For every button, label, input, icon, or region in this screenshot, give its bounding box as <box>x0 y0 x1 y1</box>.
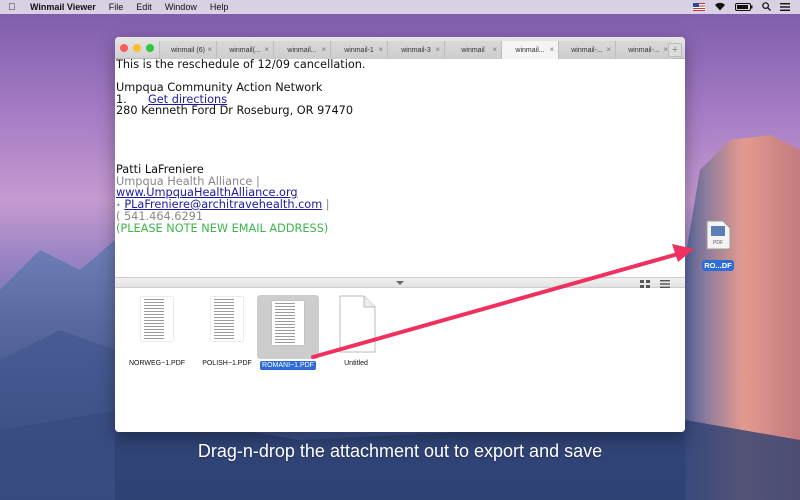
pdf-file-icon: PDF <box>706 220 731 250</box>
tab-label: winmail-1 <box>344 46 374 54</box>
tab-label: winmail-3 <box>401 46 431 54</box>
tab-label: winmail <box>461 46 485 54</box>
tab-0[interactable]: winmail (6) × <box>159 41 216 59</box>
pdf-thumbnail-icon <box>132 295 182 357</box>
attachment-name: Untitled <box>344 360 368 367</box>
menu-help[interactable]: Help <box>210 2 229 12</box>
bullet-icon: • <box>116 200 121 210</box>
input-source-flag-icon[interactable] <box>693 2 705 11</box>
attachment-name: ROMANI~1.PDF <box>260 361 316 370</box>
desktop-pdf-file[interactable]: PDF RO...DF <box>698 220 738 273</box>
list-view-icon[interactable] <box>660 280 670 288</box>
attachment-item-selected[interactable]: ROMANI~1.PDF <box>250 295 326 370</box>
pdf-thumbnail-icon <box>202 295 252 357</box>
notification-center-icon[interactable] <box>780 2 790 11</box>
desktop-file-label: RO...DF <box>702 260 734 271</box>
close-tab-icon[interactable]: × <box>435 45 440 54</box>
grid-view-icon[interactable] <box>640 280 650 288</box>
attachment-item[interactable]: NORWEG~1.PDF <box>119 295 195 367</box>
pane-splitter[interactable] <box>115 277 685 288</box>
email-separator: | <box>322 197 330 211</box>
caption: Drag-n-drop the attachment out to export… <box>197 441 603 461</box>
collapse-chevron-icon[interactable] <box>389 278 411 288</box>
tab-label: winmail(... <box>229 46 261 54</box>
tab-3[interactable]: winmail-1 × <box>330 41 387 59</box>
battery-icon[interactable] <box>735 2 753 11</box>
tab-4[interactable]: winmail-3 × <box>387 41 444 59</box>
wifi-icon[interactable] <box>714 2 726 11</box>
menu-window[interactable]: Window <box>165 2 197 12</box>
tab-5[interactable]: winmail × <box>444 41 501 59</box>
pdf-thumbnail-icon <box>257 295 319 359</box>
file-type-label: PDF <box>713 240 723 246</box>
address: 280 Kenneth Ford Dr Roseburg, OR 97470 <box>116 104 354 118</box>
tab-1[interactable]: winmail(... × <box>216 41 273 59</box>
tab-7[interactable]: winmail-... × <box>558 41 615 59</box>
email-address-link[interactable]: PLaFreniere@architravehealth.com <box>124 198 322 211</box>
tab-bar: winmail (6) × winmail(... × winmail... × winma… <box>115 37 685 59</box>
close-window-button[interactable] <box>120 44 128 52</box>
tab-6[interactable]: winmail... × <box>501 41 558 59</box>
spotlight-search-icon[interactable] <box>762 2 771 11</box>
email-body: This is the reschedule of 12/09 cancella… <box>115 59 685 277</box>
close-tab-icon[interactable]: × <box>264 45 269 54</box>
attachment-name: POLISH~1.PDF <box>202 360 252 367</box>
tab-8[interactable]: winmail-... × <box>615 41 672 59</box>
close-tab-icon[interactable]: × <box>606 45 611 54</box>
tab-label: winmail... <box>515 46 545 54</box>
apple-menu-icon[interactable]:  <box>8 2 22 13</box>
menu-app-name[interactable]: Winmail Viewer <box>30 2 96 12</box>
tab-label: winmail (6) <box>171 46 205 54</box>
menu-bar:  Winmail Viewer File Edit Window Help <box>0 0 800 14</box>
close-tab-icon[interactable]: × <box>321 45 326 54</box>
close-tab-icon[interactable]: × <box>207 45 212 54</box>
menu-file[interactable]: File <box>109 2 124 12</box>
tabs: winmail (6) × winmail(... × winmail... × winma… <box>159 41 672 59</box>
winmail-viewer-window: winmail (6) × winmail(... × winmail... × winma… <box>115 37 685 432</box>
minimize-window-button[interactable] <box>133 44 141 52</box>
close-tab-icon[interactable]: × <box>378 45 383 54</box>
menu-edit[interactable]: Edit <box>136 2 152 12</box>
blank-document-icon <box>331 295 381 357</box>
tab-label: winmail-... <box>628 46 660 54</box>
close-tab-icon[interactable]: × <box>492 45 497 54</box>
window-controls <box>120 44 154 52</box>
zoom-window-button[interactable] <box>146 44 154 52</box>
attachment-item[interactable]: Untitled <box>318 295 394 367</box>
email-line: This is the reschedule of 12/09 cancella… <box>116 58 366 71</box>
close-tab-icon[interactable]: × <box>549 45 554 54</box>
new-tab-button[interactable]: + <box>668 43 682 57</box>
tab-label: winmail... <box>287 46 317 54</box>
attachment-name: NORWEG~1.PDF <box>128 360 186 367</box>
sender-name: Patti LaFreniere <box>116 162 204 176</box>
email-notice: (PLEASE NOTE NEW EMAIL ADDRESS) <box>116 221 329 235</box>
tab-label: winmail-... <box>571 46 603 54</box>
attachments-pane: NORWEG~1.PDF POLISH~1.PDF ROMANI~1.PDF U… <box>115 289 685 432</box>
tab-2[interactable]: winmail... × <box>273 41 330 59</box>
